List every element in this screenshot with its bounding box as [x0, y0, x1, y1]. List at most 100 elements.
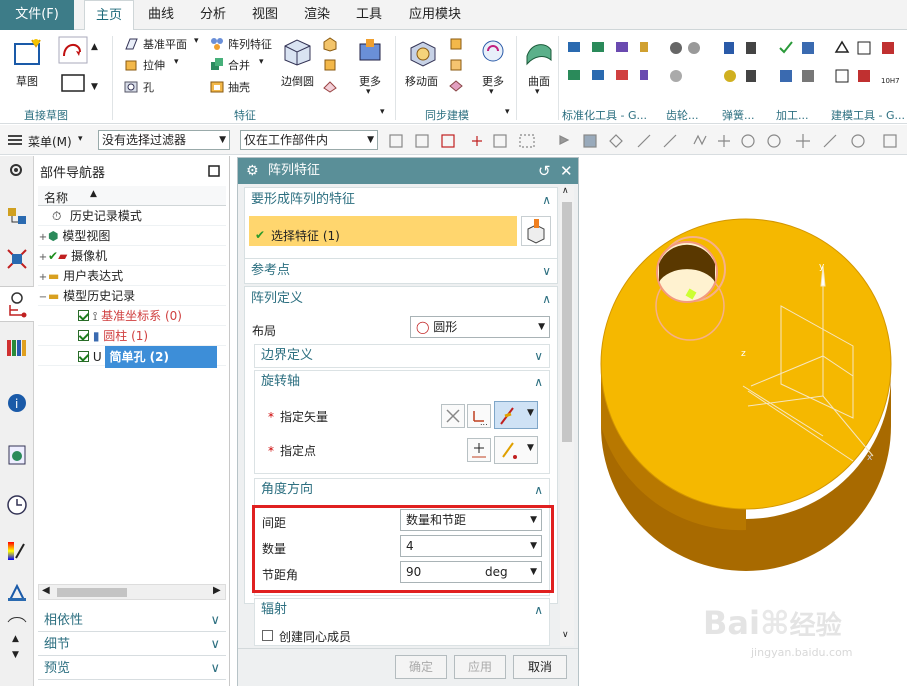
pattern-feature-icon[interactable] — [210, 37, 224, 54]
inferred-vector-select[interactable]: ▼ — [494, 401, 538, 429]
part-navigator-icon[interactable] — [0, 286, 34, 322]
tree-item-simple-hole[interactable]: ᑌ 简单孔 (2) — [38, 346, 226, 368]
expand-icon[interactable]: + — [38, 268, 48, 288]
tab-render[interactable]: 渲染 — [296, 0, 338, 30]
build-tools-icon[interactable]: 10H7 — [834, 40, 904, 99]
chevron-up-icon[interactable]: ∧ — [542, 287, 551, 311]
visibility-checkbox[interactable] — [78, 310, 89, 321]
tree-item-cylinder[interactable]: ▮ 圆柱 (1) — [38, 326, 226, 346]
more-features-icon[interactable] — [357, 38, 383, 67]
chamfer-icon[interactable] — [322, 36, 338, 55]
shell-button[interactable]: 抽壳 — [228, 79, 250, 95]
section-preview[interactable]: 预览 ∨ — [38, 658, 226, 680]
tree-item-model-views[interactable]: +⬢ 模型视图 — [38, 226, 226, 246]
dropdown-arrow-icon[interactable]: ▾ — [78, 134, 83, 144]
scroll-up-icon[interactable]: ▲ — [12, 634, 19, 644]
dropdown-arrow-icon[interactable]: ▾ — [366, 87, 371, 97]
selection-filter-select[interactable]: 没有选择过滤器 ▼ — [98, 130, 230, 150]
scrollbar-thumb[interactable] — [57, 588, 127, 597]
edge-blend-icon[interactable] — [282, 36, 312, 69]
scroll-up-icon[interactable]: ∧ — [562, 186, 569, 196]
menu-button[interactable]: 菜单(M) — [28, 133, 72, 150]
tab-app-modules[interactable]: 应用模块 — [400, 0, 470, 30]
snap-tools-icon[interactable] — [388, 132, 903, 153]
spring-tools-icon[interactable] — [722, 40, 762, 99]
settings-gear-icon[interactable] — [8, 162, 24, 181]
chevron-up-icon[interactable]: ∧ — [534, 599, 543, 621]
dropdown-arrow-icon[interactable]: ▾ — [489, 87, 494, 97]
tree-item-history-mode[interactable]: ⏱ 历史记录模式 — [38, 206, 226, 226]
gear-tools-icon[interactable] — [668, 40, 708, 99]
settings-gear-icon[interactable]: ⚙ — [246, 158, 259, 184]
extrude-icon[interactable] — [124, 57, 138, 74]
apply-button[interactable]: 应用 — [454, 655, 506, 679]
group-expand-icon[interactable]: ▾ — [380, 107, 385, 117]
dropdown-arrow-icon[interactable]: ▾ — [535, 87, 540, 97]
chevron-up-icon[interactable]: ∧ — [534, 479, 543, 501]
vector-dialog-button[interactable]: ... — [467, 404, 491, 428]
visibility-checkbox[interactable] — [78, 330, 89, 341]
assembly-navigator-icon[interactable] — [6, 206, 28, 231]
section-dependencies[interactable]: 相依性 ∨ — [38, 610, 226, 632]
hole-button[interactable]: 孔 — [143, 79, 154, 95]
curve-icon[interactable] — [58, 36, 88, 67]
dropdown-arrow-icon[interactable]: ▾ — [174, 57, 179, 67]
file-menu[interactable]: 文件(F) — [0, 0, 74, 30]
tab-curve[interactable]: 曲线 — [140, 0, 182, 30]
edge-blend-button[interactable]: 边倒圆 — [281, 73, 314, 89]
roles-icon[interactable] — [6, 614, 28, 631]
hole-icon[interactable] — [124, 79, 138, 96]
tree-item-user-expressions[interactable]: +▬ 用户表达式 — [38, 266, 226, 286]
move-face-icon[interactable] — [407, 36, 439, 71]
cancel-button[interactable]: 取消 — [513, 655, 567, 679]
select-feature-button[interactable] — [521, 216, 551, 246]
group-reference-point[interactable]: 参考点 ∨ — [244, 258, 558, 284]
chevron-up-icon[interactable]: ∧ — [534, 371, 543, 393]
shell-icon[interactable] — [210, 79, 224, 96]
history-clock-icon[interactable] — [6, 494, 28, 519]
machining-tools-icon[interactable] — [778, 40, 822, 99]
scroll-down-icon[interactable]: ▼ — [12, 650, 19, 660]
point-dialog-button[interactable] — [467, 438, 491, 462]
tree-item-model-history[interactable]: −▬ 模型历史记录 — [38, 286, 226, 306]
pull-face-icon[interactable] — [448, 36, 464, 55]
extrude-button[interactable]: 拉伸 — [143, 57, 165, 73]
reverse-direction-button[interactable] — [441, 404, 465, 428]
column-header[interactable]: 名称 ▲ — [38, 186, 226, 206]
draft-icon[interactable] — [322, 57, 338, 76]
tree-item-camera[interactable]: +✔▰ 摄像机 — [38, 246, 226, 266]
group-boundary-definition[interactable]: 边界定义 ∨ — [254, 344, 550, 368]
horizontal-scrollbar[interactable]: ◀ ▶ — [38, 584, 226, 600]
selection-scope-select[interactable]: 仅在工作部件内 ▼ — [240, 130, 378, 150]
constraint-navigator-icon[interactable] — [6, 248, 28, 273]
scroll-down-icon[interactable]: ∨ — [562, 630, 569, 640]
visualization-icon[interactable] — [6, 540, 28, 565]
dropdown-arrow-icon[interactable]: ▾ — [194, 36, 199, 46]
section-details[interactable]: 细节 ∨ — [38, 634, 226, 656]
move-face-button[interactable]: 移动面 — [405, 73, 438, 89]
datum-plane-button[interactable]: 基准平面 — [143, 36, 187, 52]
tab-home[interactable]: 主页 — [84, 0, 134, 31]
create-concentric-checkbox[interactable] — [262, 630, 273, 641]
reset-icon[interactable]: ↺ — [538, 158, 551, 184]
graphics-window[interactable]: y z x Bai⌘经验 jingyan.baidu.com — [583, 156, 907, 686]
scroll-left-icon[interactable]: ◀ — [42, 585, 50, 596]
tab-analysis[interactable]: 分析 — [192, 0, 234, 30]
expand-icon[interactable]: + — [38, 248, 48, 268]
pitch-angle-input[interactable]: 90 deg ▼ — [400, 561, 542, 583]
unite-icon[interactable] — [210, 57, 224, 74]
pattern-feature-button[interactable]: 阵列特征 — [228, 36, 272, 52]
replace-face-icon[interactable] — [448, 78, 464, 97]
tab-tools[interactable]: 工具 — [348, 0, 390, 30]
unite-button[interactable]: 合并 — [228, 57, 250, 73]
chevron-up-icon[interactable]: ∧ — [542, 188, 551, 212]
datum-plane-icon[interactable] — [124, 37, 138, 54]
scroll-down-icon[interactable]: ▼ — [91, 82, 98, 92]
inferred-point-select[interactable]: ▼ — [494, 436, 538, 464]
web-browser-icon[interactable] — [6, 444, 28, 469]
std-part-icon[interactable] — [568, 40, 648, 99]
scrollbar-thumb[interactable] — [562, 202, 572, 442]
tab-view[interactable]: 视图 — [244, 0, 286, 30]
select-feature-row[interactable]: ✔ 选择特征 (1) — [249, 216, 517, 246]
maximize-icon[interactable] — [208, 165, 220, 180]
